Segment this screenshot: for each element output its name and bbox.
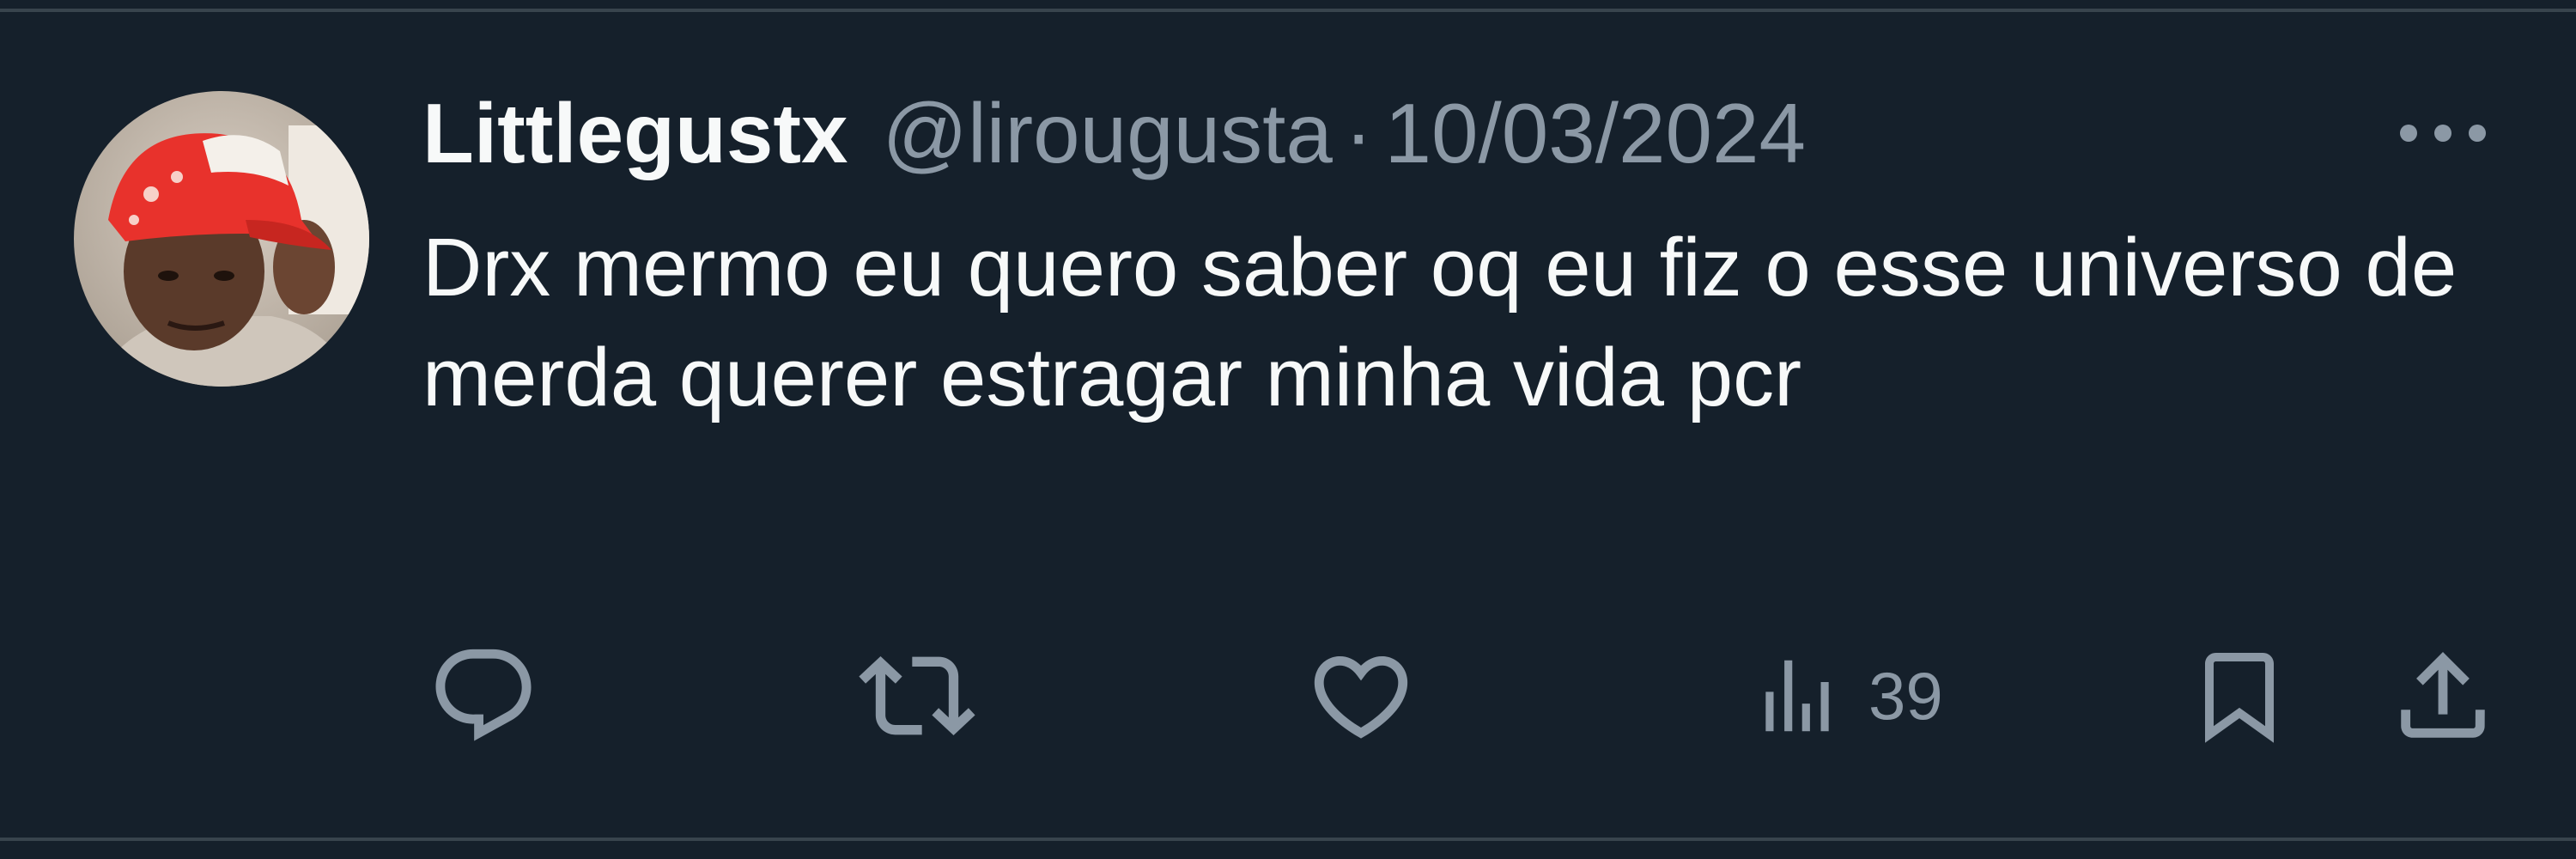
retweet-button[interactable] (859, 636, 975, 756)
analytics-icon (1765, 660, 1829, 732)
tweet-date[interactable]: 10/03/2024 (1385, 86, 1806, 180)
user-handle[interactable]: @lirougusta (882, 86, 1332, 180)
header-separator: · (1344, 86, 1373, 180)
tweet-header: Littlegustx @lirougusta · 10/03/2024 (422, 86, 1806, 180)
more-icon (2400, 125, 2486, 142)
bookmark-icon (2205, 653, 2274, 743)
top-divider (0, 9, 2576, 12)
tweet-actions: 39 (0, 636, 2576, 756)
bottom-divider (0, 838, 2576, 841)
retweet-icon (859, 655, 975, 736)
avatar-image (74, 91, 369, 387)
display-name[interactable]: Littlegustx (422, 86, 848, 180)
like-button[interactable] (1305, 636, 1417, 756)
reply-icon (435, 649, 532, 741)
share-icon (2401, 652, 2485, 738)
avatar[interactable] (74, 91, 369, 387)
bookmark-button[interactable] (2188, 636, 2291, 756)
views-button[interactable]: 39 (1750, 636, 1943, 756)
share-button[interactable] (2387, 636, 2499, 756)
reply-button[interactable] (428, 636, 539, 756)
heart-icon (1314, 655, 1408, 739)
more-options-button[interactable] (2387, 103, 2499, 163)
views-count: 39 (1868, 658, 1943, 734)
tweet-text: Drx mermo eu quero saber oq eu fiz o ess… (422, 222, 2458, 423)
